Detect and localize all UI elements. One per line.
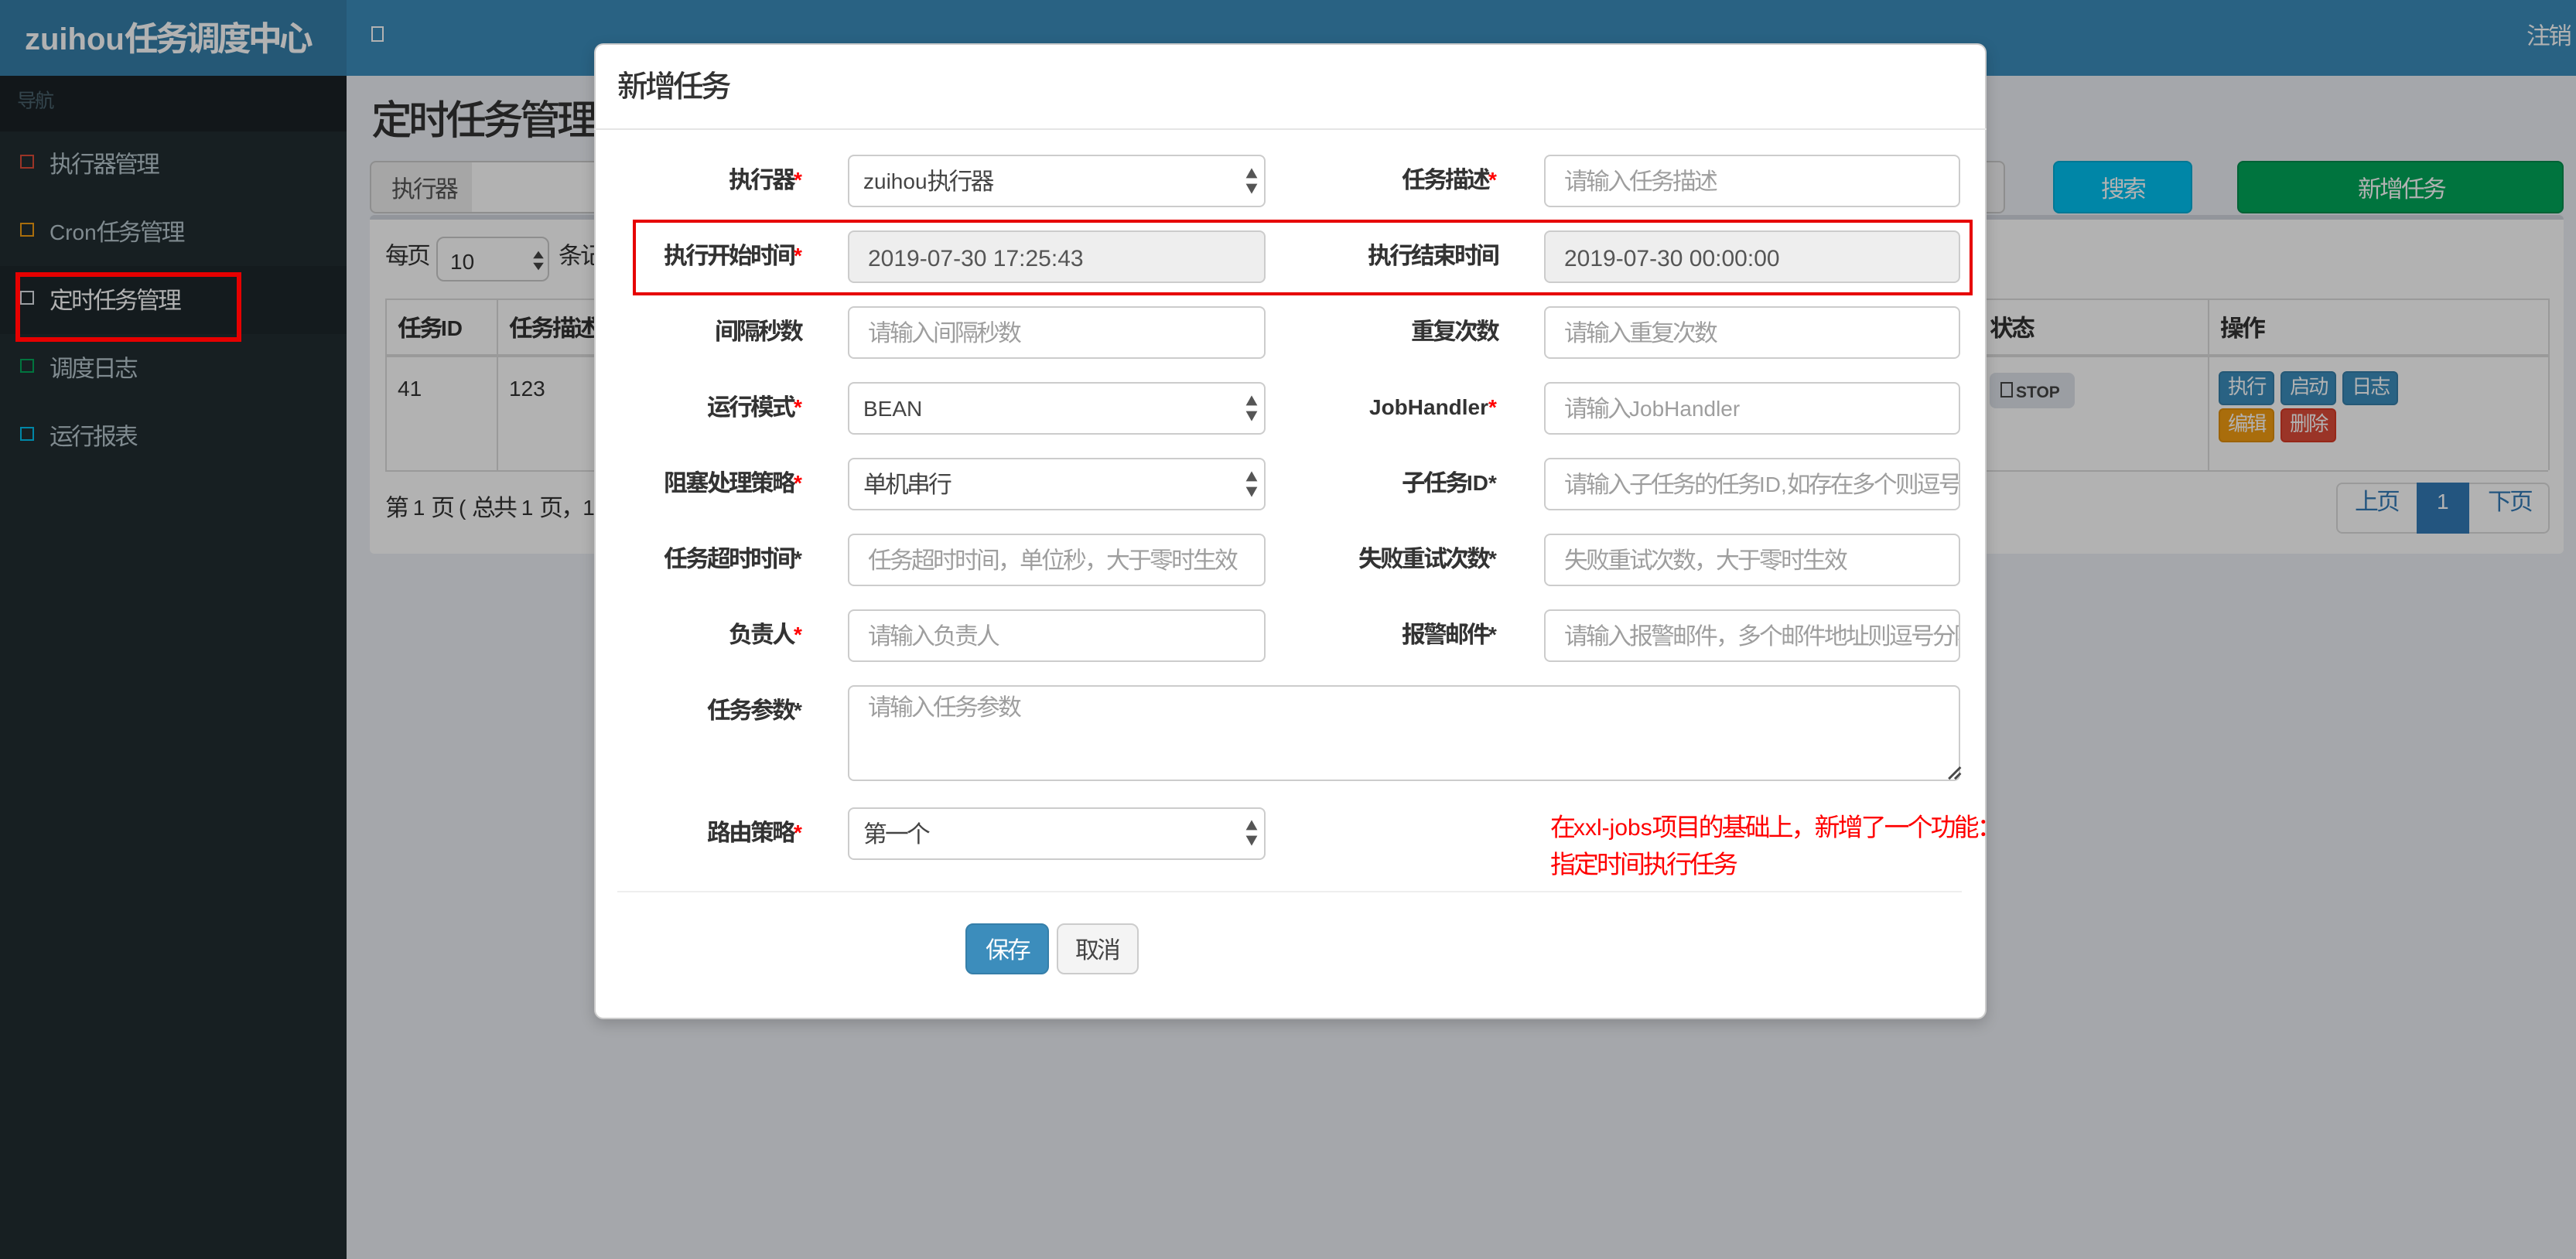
svg-text:zuihou: zuihou xyxy=(863,169,928,193)
svg-text:*: * xyxy=(794,820,802,844)
svg-text:*: * xyxy=(794,547,802,571)
svg-text:*: * xyxy=(794,395,802,419)
svg-text:*: * xyxy=(794,698,802,722)
svg-text:*: * xyxy=(1489,623,1498,647)
svg-text:*: * xyxy=(1489,547,1498,571)
svg-text:ID*: ID* xyxy=(1467,471,1498,495)
svg-text:*: * xyxy=(794,471,802,495)
svg-text:JobHandler: JobHandler xyxy=(1370,395,1489,419)
svg-text:*: * xyxy=(1489,168,1498,192)
svg-text:*: * xyxy=(794,623,802,647)
svg-text:*: * xyxy=(1489,395,1498,419)
svg-text:*: * xyxy=(794,168,802,192)
svg-text:xxl-jobs: xxl-jobs xyxy=(1573,816,1652,841)
svg-text:JobHandler: JobHandler xyxy=(1629,397,1740,421)
svg-text:BEAN: BEAN xyxy=(863,397,922,421)
svg-text:ID,: ID, xyxy=(1759,473,1787,496)
